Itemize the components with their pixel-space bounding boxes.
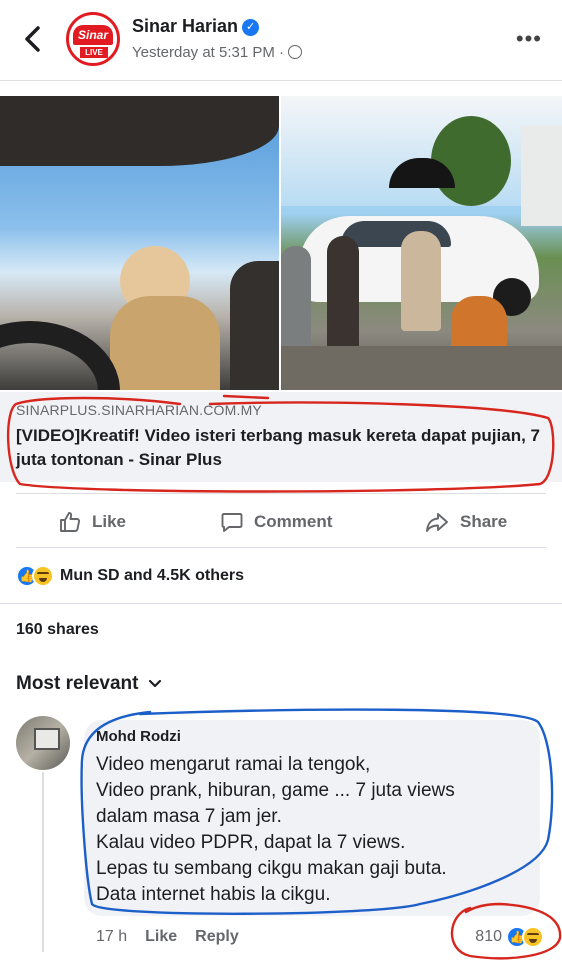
photo-house <box>521 126 562 226</box>
comment-reply-button[interactable]: Reply <box>195 928 239 946</box>
reactions-summary[interactable]: 👍 Mun SD and 4.5K others <box>16 564 244 588</box>
link-divider <box>16 493 546 494</box>
like-label[interactable]: Like <box>92 512 126 532</box>
post-timestamp[interactable]: Yesterday at 5:31 PM · <box>132 44 303 61</box>
comment-reaction-count[interactable]: 810 <box>475 928 502 946</box>
photo-tree <box>431 116 511 206</box>
post-actions: Like Comment Share <box>0 500 562 544</box>
chevron-down-icon <box>149 679 162 688</box>
back-arrow-icon[interactable] <box>18 22 48 56</box>
timestamp-text[interactable]: Yesterday at 5:31 PM · <box>132 44 284 61</box>
comment-like-button[interactable]: Like <box>145 928 177 946</box>
comment-line: Lepas tu sembang cikgu makan gaji buta. <box>96 858 447 879</box>
comment-button[interactable]: Comment <box>220 510 332 534</box>
post-header: Sinar LIVE Sinar Harian ✓ Yesterday at 5:… <box>0 0 562 80</box>
logo-sinar-text: Sinar <box>73 25 113 45</box>
more-options-icon[interactable]: ••• <box>516 26 542 52</box>
share-button[interactable]: Share <box>424 510 507 534</box>
comment-reactions[interactable]: 810 👍 <box>475 926 544 948</box>
reactions-divider <box>0 603 562 604</box>
verified-badge-icon: ✓ <box>242 19 260 36</box>
steering-wheel-shape <box>0 321 120 390</box>
sort-label[interactable]: Most relevant <box>16 673 138 695</box>
photo-woman-beige <box>401 231 441 331</box>
comment-line: Video prank, hiburan, game ... 7 juta vi… <box>96 780 455 801</box>
comment-time[interactable]: 17 h <box>96 928 127 946</box>
comment-line: Kalau video PDPR, dapat la 7 views. <box>96 832 406 853</box>
actions-divider <box>16 547 546 548</box>
comment-line: dalam masa 7 jam jer. <box>96 806 282 827</box>
comment-label[interactable]: Comment <box>254 512 332 532</box>
photo-person-hijab <box>110 296 220 390</box>
photo-ground <box>281 346 562 390</box>
thread-line <box>42 772 44 952</box>
comment-line: Video mengarut ramai la tengok, <box>96 754 371 775</box>
share-arrow-icon <box>426 513 448 532</box>
comment-meta: 17 h Like Reply <box>96 928 239 946</box>
link-domain[interactable]: SINARPLUS.SINARHARIAN.COM.MY <box>16 402 262 418</box>
link-title[interactable]: [VIDEO]Kreatif! Video isteri terbang mas… <box>16 424 546 472</box>
photo-outside-car[interactable] <box>281 96 562 390</box>
page-avatar[interactable]: Sinar LIVE <box>66 12 120 66</box>
comment-bubble-icon <box>221 513 243 532</box>
photo-car-interior[interactable] <box>0 96 279 390</box>
page-name-text[interactable]: Sinar Harian <box>132 16 238 36</box>
share-label[interactable]: Share <box>460 512 507 532</box>
comment-sort-dropdown[interactable]: Most relevant <box>16 673 162 695</box>
comment-author[interactable]: Mohd Rodzi <box>96 728 181 745</box>
page-name[interactable]: Sinar Harian ✓ <box>132 16 260 37</box>
thumbs-up-icon <box>60 512 81 532</box>
logo-live-badge: LIVE <box>80 47 108 58</box>
shares-count[interactable]: 160 shares <box>16 621 99 639</box>
post-photos[interactable] <box>0 96 562 390</box>
photo-sky <box>281 96 562 206</box>
globe-icon <box>288 45 303 59</box>
like-button[interactable]: Like <box>58 510 126 534</box>
car-roof-shape <box>0 96 279 166</box>
photo-driver <box>230 261 279 390</box>
haha-reaction-icon <box>522 926 544 948</box>
commenter-avatar[interactable] <box>16 716 70 770</box>
reactions-text[interactable]: Mun SD and 4.5K others <box>60 567 244 585</box>
comment-line: Data internet habis la cikgu. <box>96 884 331 905</box>
header-divider <box>0 80 562 81</box>
comment-text: Video mengarut ramai la tengok, Video pr… <box>96 752 536 908</box>
haha-reaction-icon <box>32 565 54 587</box>
